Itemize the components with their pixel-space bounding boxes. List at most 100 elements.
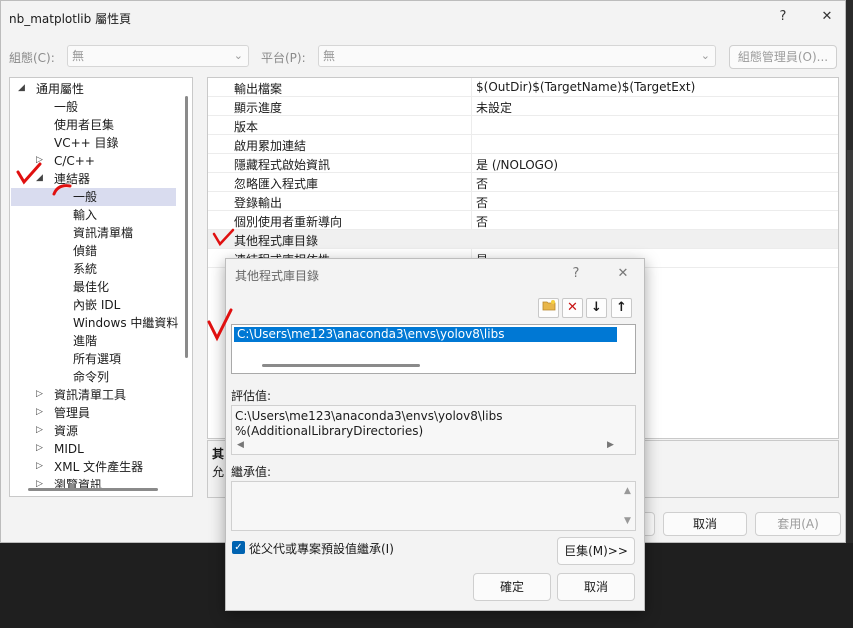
property-value[interactable]: $(OutDir)$(TargetName)$(TargetExt)	[476, 80, 695, 94]
property-value[interactable]: 未設定	[476, 99, 512, 116]
property-value[interactable]: 否	[476, 213, 488, 230]
property-row[interactable]: 登錄輸出 否	[208, 192, 838, 211]
tree-item[interactable]: VC++ 目錄	[54, 134, 119, 152]
evaluated-line-2: %(AdditionalLibraryDirectories)	[235, 424, 424, 438]
tree-item[interactable]: XML 文件產生器	[54, 458, 143, 476]
inherited-box: ▲ ▼	[231, 481, 636, 531]
platform-combo[interactable]: 無 ⌄	[318, 45, 716, 67]
tree-item[interactable]: 系統	[73, 260, 97, 278]
background-window-edge	[847, 150, 853, 290]
property-name: 登錄輸出	[234, 196, 283, 210]
expand-down-icon[interactable]: ◢	[18, 83, 25, 93]
description-title: 其	[212, 447, 225, 461]
move-down-icon[interactable]: ↓	[586, 298, 607, 318]
tree-item[interactable]: 資訊清單檔	[73, 224, 133, 242]
description-text: 允	[212, 465, 225, 479]
inherited-label: 繼承值:	[231, 465, 272, 479]
tree-item[interactable]: 資訊清單工具	[54, 386, 126, 404]
path-list-hscroll[interactable]	[262, 364, 420, 367]
property-value[interactable]: 否	[476, 194, 488, 211]
scroll-down-icon[interactable]: ▼	[624, 516, 631, 526]
property-row[interactable]: 版本	[208, 116, 838, 135]
cancel-button[interactable]: 取消	[663, 512, 747, 536]
dialog-cancel-button[interactable]: 取消	[557, 573, 635, 601]
property-name: 啟用累加連結	[234, 139, 307, 153]
expand-right-icon[interactable]: ▷	[36, 425, 43, 435]
dialog-title: 其他程式庫目錄	[235, 269, 320, 283]
expand-right-icon[interactable]: ▷	[36, 155, 43, 165]
expand-right-icon[interactable]: ▷	[36, 461, 43, 471]
property-name: 顯示進度	[234, 101, 283, 115]
property-row[interactable]: 隱藏程式啟始資訊 是 (/NOLOGO)	[208, 154, 838, 173]
tree-item[interactable]: MIDL	[54, 440, 84, 458]
tree-item[interactable]: 一般	[73, 188, 97, 206]
evaluated-label: 評估值:	[231, 389, 272, 403]
tree-vertical-scrollbar[interactable]	[185, 96, 188, 358]
dialog-ok-button[interactable]: 確定	[473, 573, 551, 601]
evaluated-line-1: C:\Users\me123\anaconda3\envs\yolov8\lib…	[235, 409, 503, 423]
scroll-right-icon[interactable]: ▶	[607, 440, 614, 450]
category-tree[interactable]: 通用屬性 ◢ 一般 使用者巨集 VC++ 目錄 C/C++ ▷ 連結器 ◢ 一般 輸入 資訊清單檔 偵錯…	[9, 77, 193, 497]
tree-item[interactable]: 命令列	[73, 368, 109, 386]
property-row[interactable]: 啟用累加連結	[208, 135, 838, 154]
config-manager-button[interactable]: 組態管理員(O)...	[729, 45, 837, 69]
property-row[interactable]: 忽略匯入程式庫 否	[208, 173, 838, 192]
move-up-icon[interactable]: ↑	[611, 298, 632, 318]
path-item-selected[interactable]: C:\Users\me123\anaconda3\envs\yolov8\lib…	[234, 327, 617, 342]
platform-label: 平台(P):	[261, 51, 306, 65]
chevron-down-icon: ⌄	[700, 49, 710, 62]
tree-item[interactable]: 瀏覽資訊	[54, 476, 102, 494]
tree-item[interactable]: 連結器	[54, 170, 90, 188]
scroll-left-icon[interactable]: ◀	[237, 440, 244, 450]
expand-right-icon[interactable]: ▷	[36, 407, 43, 417]
apply-button[interactable]: 套用(A)	[755, 512, 841, 536]
chevron-down-icon: ⌄	[233, 49, 243, 62]
expand-down-icon[interactable]: ◢	[36, 173, 43, 183]
tree-item[interactable]: 使用者巨集	[54, 116, 114, 134]
property-name: 隱藏程式啟始資訊	[234, 158, 331, 172]
tree-item[interactable]: 一般	[54, 98, 78, 116]
close-button[interactable]: ✕	[813, 7, 841, 27]
macros-button[interactable]: 巨集(M)>>	[557, 537, 635, 565]
property-row[interactable]: 輸出檔案 $(OutDir)$(TargetName)$(TargetExt)	[208, 78, 838, 97]
tree-item[interactable]: 內嵌 IDL	[73, 296, 120, 314]
evaluated-box: C:\Users\me123\anaconda3\envs\yolov8\lib…	[231, 405, 636, 455]
tree-item[interactable]: 通用屬性	[36, 80, 84, 98]
tree-item[interactable]: 資源	[54, 422, 78, 440]
property-row[interactable]: 其他程式庫目錄	[208, 230, 838, 249]
property-value[interactable]: 否	[476, 175, 488, 192]
delete-icon[interactable]: ✕	[562, 298, 583, 318]
tree-item[interactable]: 最佳化	[73, 278, 109, 296]
property-name: 輸出檔案	[234, 82, 283, 96]
expand-right-icon[interactable]: ▷	[36, 443, 43, 453]
property-name: 忽略匯入程式庫	[234, 177, 319, 191]
inherit-checkbox-label: 從父代或專案預設值繼承(I)	[249, 542, 394, 556]
window-title: nb_matplotlib 屬性頁	[9, 12, 132, 26]
tree-horizontal-scrollbar[interactable]	[28, 488, 158, 491]
tree-item[interactable]: C/C++	[54, 152, 95, 170]
property-row[interactable]: 個別使用者重新導向 否	[208, 211, 838, 230]
platform-value: 無	[323, 49, 336, 63]
tree-item[interactable]: 輸入	[73, 206, 97, 224]
property-name: 版本	[234, 120, 259, 134]
path-list[interactable]: C:\Users\me123\anaconda3\envs\yolov8\lib…	[231, 324, 636, 374]
tree-item[interactable]: 偵錯	[73, 242, 97, 260]
tree-item[interactable]: 進階	[73, 332, 97, 350]
scroll-up-icon[interactable]: ▲	[624, 486, 631, 496]
evaluated-hscroll[interactable]: ◀ ▶	[232, 440, 622, 454]
config-label: 組態(C):	[9, 51, 55, 65]
tree-item[interactable]: Windows 中繼資料	[73, 314, 178, 332]
tree-item[interactable]: 管理員	[54, 404, 90, 422]
property-row[interactable]: 顯示進度 未設定	[208, 97, 838, 116]
config-combo[interactable]: 無 ⌄	[67, 45, 249, 67]
property-value[interactable]: 是 (/NOLOGO)	[476, 156, 558, 173]
inherit-checkbox[interactable]: ✓	[232, 541, 245, 554]
dialog-close-button[interactable]: ✕	[609, 264, 637, 284]
help-button[interactable]: ?	[769, 7, 797, 27]
expand-right-icon[interactable]: ▷	[36, 389, 43, 399]
tree-item[interactable]: 所有選項	[73, 350, 121, 368]
new-folder-icon[interactable]	[538, 298, 559, 318]
dialog-help-button[interactable]: ?	[562, 264, 590, 284]
property-name: 個別使用者重新導向	[234, 215, 343, 229]
config-value: 無	[72, 49, 85, 63]
